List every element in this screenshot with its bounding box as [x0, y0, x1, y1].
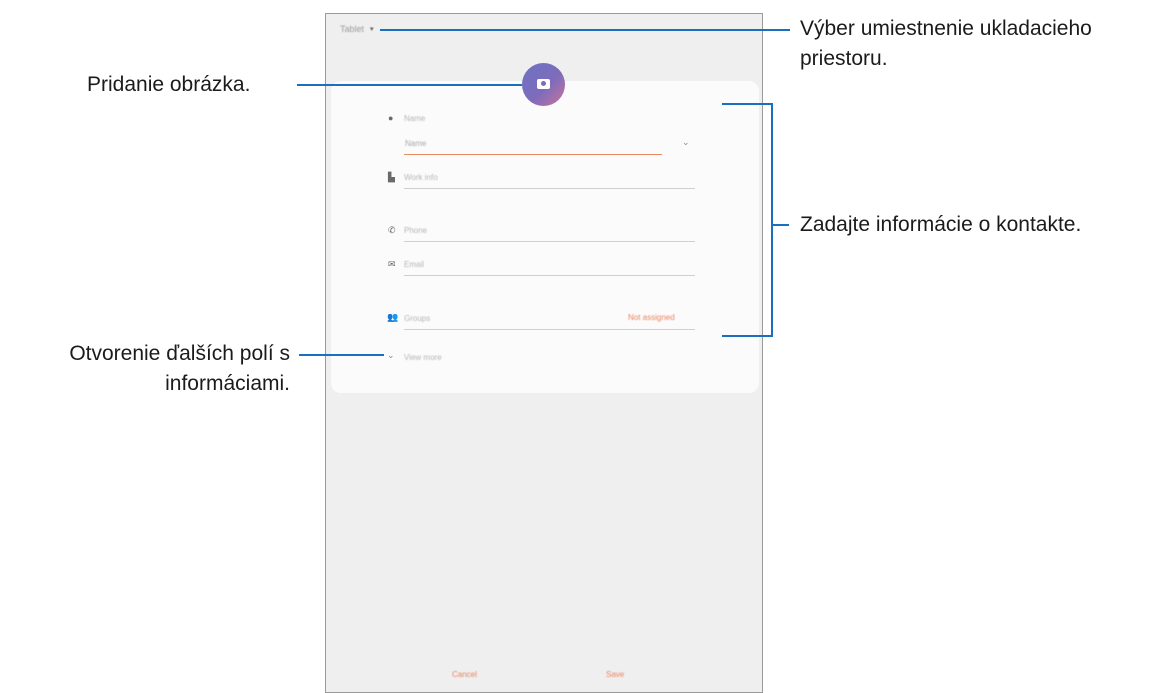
storage-callout-line1: Výber umiestnenie ukladacieho [800, 17, 1092, 40]
more-fields-callout-line2: informáciami. [165, 372, 290, 395]
dropdown-caret-icon: ▾ [370, 26, 374, 33]
bracket-vertical [771, 103, 773, 337]
storage-selector[interactable]: Tablet ▾ [340, 24, 374, 34]
chevron-down-icon[interactable]: ⌄ [387, 350, 395, 361]
camera-icon [537, 79, 550, 89]
groups-field[interactable]: Groups [404, 314, 430, 323]
phone-field[interactable]: Phone [404, 226, 427, 235]
chevron-down-icon[interactable]: ⌄ [682, 137, 690, 148]
email-field[interactable]: Email [404, 260, 424, 269]
name-section-label: Name [404, 114, 426, 123]
enter-info-callout: Zadajte informácie o kontakte. [800, 213, 1082, 236]
groups-icon: 👥 [387, 312, 399, 322]
groups-value[interactable]: Not assigned [628, 313, 675, 322]
more-fields-leader-line [299, 354, 384, 356]
groups-underline [404, 329, 695, 330]
more-fields-callout-line1: Otvorenie ďalších polí s [69, 342, 290, 365]
view-more-button[interactable]: View more [404, 353, 442, 362]
name-field-underline [404, 154, 662, 155]
storage-label: Tablet [340, 24, 365, 34]
email-underline [404, 275, 695, 276]
add-image-callout: Pridanie obrázka. [87, 73, 251, 96]
phone-underline [404, 241, 695, 242]
bracket-top [722, 103, 772, 105]
bracket-pointer [771, 224, 789, 226]
work-info-underline [404, 188, 695, 189]
bracket-bottom [722, 335, 772, 337]
building-icon: ▙ [388, 172, 395, 182]
cancel-button[interactable]: Cancel [452, 670, 477, 679]
work-info-field[interactable]: Work info [404, 173, 438, 182]
storage-callout-line2: priestoru. [800, 47, 888, 70]
storage-leader-line [380, 29, 790, 31]
save-button[interactable]: Save [606, 670, 624, 679]
name-field[interactable]: Name [405, 139, 426, 148]
email-icon: ✉ [388, 259, 396, 269]
contact-form-card [331, 81, 759, 393]
phone-icon: ✆ [388, 225, 396, 235]
image-leader-line [297, 84, 522, 86]
person-icon: ● [388, 113, 394, 123]
add-image-button[interactable] [522, 63, 565, 106]
